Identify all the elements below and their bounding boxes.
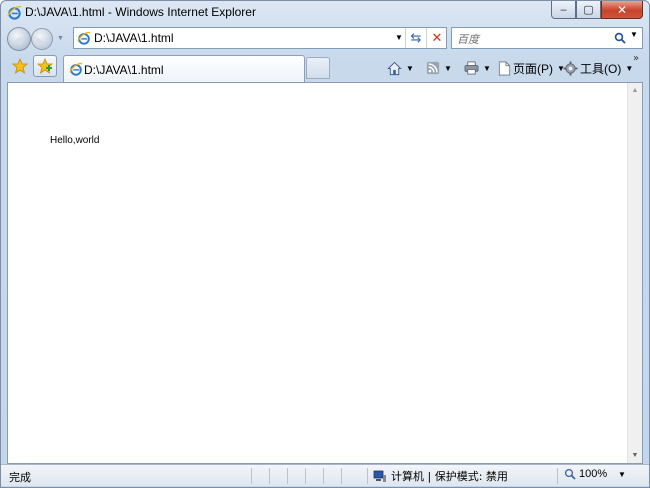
print-button[interactable]: ▼ [464,59,491,77]
scroll-up-arrow-icon[interactable]: ▲ [628,83,642,98]
status-text: 完成 [9,471,31,484]
stop-button[interactable]: ✕ [426,28,447,48]
page-icon [77,31,91,45]
rss-feed-icon [426,61,440,75]
recent-pages-dropdown[interactable]: ▼ [57,35,64,42]
status-divider [287,468,288,484]
command-bar: D:\JAVA\1.html ▼ ▼ ▼ 页面(P) ▼ 工具(O) ▼ » [1,53,649,82]
search-input[interactable]: 百度 [457,31,479,47]
scroll-down-arrow-icon[interactable]: ▼ [628,448,642,463]
status-divider [305,468,306,484]
tab-label: D:\JAVA\1.html [84,63,164,77]
search-provider-dropdown-icon[interactable]: ▼ [630,30,638,39]
tools-menu-label: 工具(O) [580,61,622,76]
address-dropdown-icon[interactable]: ▼ [392,30,406,46]
page-document-icon [498,61,511,75]
tab-current-page[interactable]: D:\JAVA\1.html [63,55,305,82]
address-input[interactable]: D:\JAVA\1.html [94,31,174,45]
status-divider [251,468,252,484]
page-menu-button[interactable]: 页面(P) ▼ [498,59,565,77]
maximize-icon: ▢ [583,3,594,16]
print-dropdown-icon[interactable]: ▼ [483,64,491,73]
page-icon [69,62,83,76]
search-box[interactable]: 百度 ▼ [451,27,643,49]
tools-menu-button[interactable]: 工具(O) ▼ [563,59,633,77]
favorites-center-button[interactable] [8,55,32,77]
address-bar[interactable]: D:\JAVA\1.html ▼ ⇆ ✕ [73,27,447,49]
page-viewport[interactable]: Hello,world ▲ ▼ [7,82,643,464]
more-commands-chevron-icon[interactable]: » [633,53,639,64]
add-to-favorites-button[interactable] [33,55,57,77]
zoom-magnifier-icon [564,468,576,480]
minimize-icon: ‒ [560,3,567,16]
vertical-scrollbar[interactable]: ▲ ▼ [627,83,642,463]
ie-logo-icon [7,6,22,20]
back-button[interactable]: ◀ [7,27,31,51]
stop-icon: ✕ [431,30,443,46]
feeds-button[interactable]: ▼ [426,59,452,77]
zoom-level-label: 100% [579,468,608,480]
maximize-button[interactable]: ▢ [576,1,601,19]
favorites-star-icon [12,58,28,74]
caption-buttons: ‒ ▢ ✕ [551,1,643,19]
status-divider [367,468,368,484]
home-icon [387,61,402,75]
page-content-text: Hello,world [50,135,100,146]
refresh-button[interactable]: ⇆ [405,28,426,48]
status-divider [323,468,324,484]
search-icon [614,32,626,44]
close-icon: ✕ [616,2,628,17]
home-button[interactable]: ▼ [387,59,414,77]
zoom-level-button[interactable]: 100% [564,468,607,480]
gear-icon [563,60,578,76]
forward-arrow-icon: ▶ [37,35,46,48]
status-divider [269,468,270,484]
browser-window: D:\JAVA\1.html - Windows Internet Explor… [0,0,650,488]
page-menu-label: 页面(P) [513,61,553,76]
search-button[interactable] [612,29,628,47]
zoom-dropdown-icon[interactable]: ▼ [618,470,626,479]
tools-menu-dropdown-icon: ▼ [625,63,634,73]
minimize-button[interactable]: ‒ [551,1,576,19]
feeds-dropdown-icon[interactable]: ▼ [444,64,452,73]
window-title: D:\JAVA\1.html - Windows Internet Explor… [25,5,256,19]
title-bar: D:\JAVA\1.html - Windows Internet Explor… [1,1,649,23]
status-divider [557,468,558,484]
status-bar: 完成 计算机 | 保护模式: 禁用 100% ▼ [1,464,649,486]
close-button[interactable]: ✕ [601,1,643,19]
home-dropdown-icon[interactable]: ▼ [406,64,414,73]
add-favorite-icon [37,58,53,74]
forward-button[interactable]: ▶ [31,28,53,50]
printer-icon [464,61,479,75]
refresh-icon: ⇆ [410,30,422,46]
new-tab-button[interactable] [306,57,330,79]
back-arrow-icon: ◀ [13,34,22,47]
computer-zone-icon [373,470,386,482]
status-divider [341,468,342,484]
security-zone[interactable]: 计算机 | 保护模式: 禁用 [373,468,508,484]
navigation-bar: ◀ ▶ ▼ D:\JAVA\1.html ▼ ⇆ ✕ 百度 ▼ [1,23,649,53]
security-zone-label: 计算机 | 保护模式: 禁用 [391,470,508,483]
